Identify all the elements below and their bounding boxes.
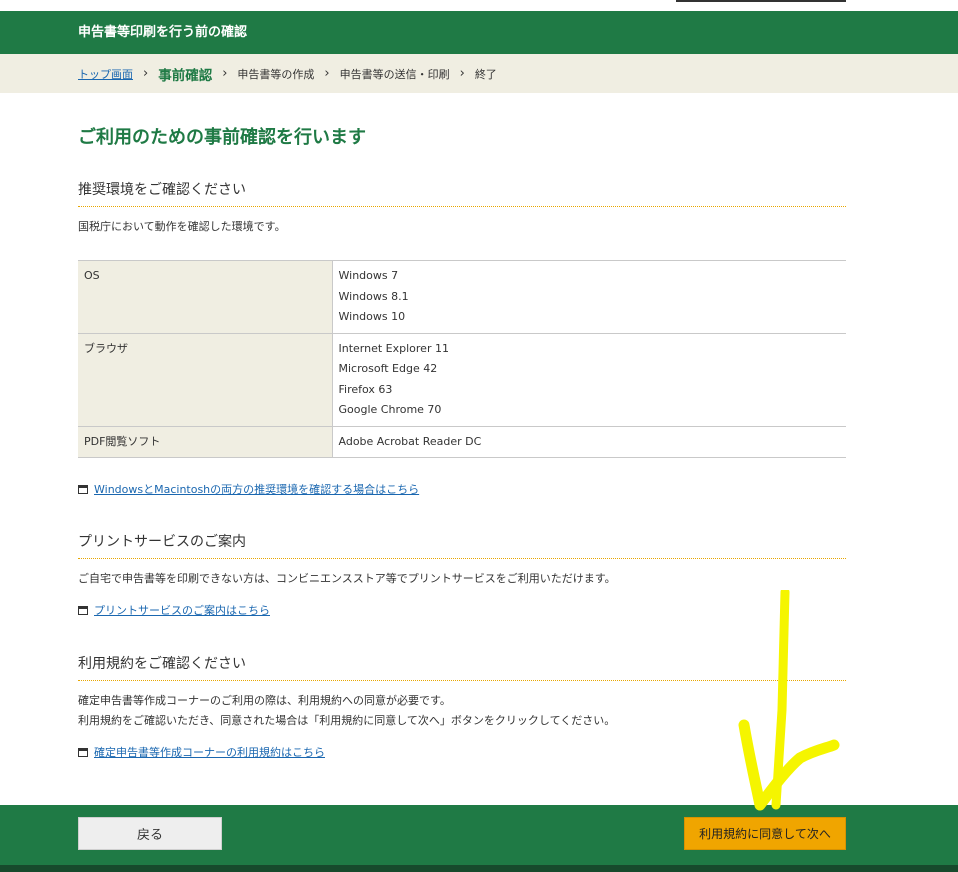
table-row: PDF閲覧ソフト Adobe Acrobat Reader DC xyxy=(78,425,846,458)
page-title: ご利用のための事前確認を行います xyxy=(78,127,366,148)
annotation-arrow-icon xyxy=(738,590,840,811)
breadcrumb-step: 申告書等の送信・印刷 xyxy=(339,67,450,81)
breadcrumb-step: 申告書等の作成 xyxy=(237,67,315,81)
print-service-heading: プリントサービスのご案内 xyxy=(78,531,846,559)
chevron-right-icon: › xyxy=(459,66,465,81)
header-bar: 申告書等印刷を行う前の確認 xyxy=(0,11,958,54)
print-service-link[interactable]: プリントサービスのご案内はこちら xyxy=(94,602,270,618)
env-row-label: ブラウザ xyxy=(84,341,128,355)
terms-link-row: 確定申告書等作成コーナーの利用規約はこちら xyxy=(78,744,325,760)
env-row-value: Google Chrome 70 xyxy=(338,403,442,416)
breadcrumb-bar: トップ画面 › 事前確認 › 申告書等の作成 › 申告書等の送信・印刷 › 終了 xyxy=(0,54,958,93)
env-description: 国税庁において動作を確認した環境です。 xyxy=(78,220,286,233)
terms-link[interactable]: 確定申告書等作成コーナーの利用規約はこちら xyxy=(94,744,325,760)
env-link-row: WindowsとMacintoshの両方の推奨環境を確認する場合はこちら xyxy=(78,481,419,497)
footer-bar: 戻る 利用規約に同意して次へ xyxy=(0,805,958,865)
agree-and-next-button[interactable]: 利用規約に同意して次へ xyxy=(684,817,846,850)
chevron-right-icon: › xyxy=(143,66,149,81)
env-heading: 推奨環境をご確認ください xyxy=(78,179,846,207)
env-row-label: PDF閲覧ソフト xyxy=(84,434,161,448)
new-window-icon xyxy=(78,747,88,757)
print-service-description: ご自宅で申告書等を印刷できない方は、コンビニエンスストア等でプリントサービスをご… xyxy=(78,572,616,585)
breadcrumb: トップ画面 › 事前確認 › 申告書等の作成 › 申告書等の送信・印刷 › 終了 xyxy=(78,54,497,93)
env-both-os-link[interactable]: WindowsとMacintoshの両方の推奨環境を確認する場合はこちら xyxy=(94,481,419,497)
env-row-label: OS xyxy=(84,269,100,282)
env-table: OS Windows 7 Windows 8.1 Windows 10 ブラウザ… xyxy=(78,260,846,458)
footer-bottom-strip xyxy=(0,865,958,872)
new-window-icon xyxy=(78,605,88,615)
terms-text-1: 確定申告書等作成コーナーのご利用の際は、利用規約への同意が必要です。 xyxy=(78,694,451,707)
breadcrumb-top-link[interactable]: トップ画面 xyxy=(78,66,133,82)
env-row-value: Windows 7 xyxy=(338,269,399,282)
env-row-value: Windows 10 xyxy=(338,310,406,323)
table-row: ブラウザ Internet Explorer 11 Microsoft Edge… xyxy=(78,332,846,427)
breadcrumb-current: 事前確認 xyxy=(158,67,213,84)
env-row-value: Adobe Acrobat Reader DC xyxy=(338,434,482,448)
env-row-value: Windows 8.1 xyxy=(338,289,409,303)
env-row-value: Internet Explorer 11 xyxy=(338,341,449,355)
header-title: 申告書等印刷を行う前の確認 xyxy=(78,25,248,40)
chevron-right-icon: › xyxy=(222,66,228,81)
env-row-value: Firefox 63 xyxy=(338,382,393,396)
env-row-value: Microsoft Edge 42 xyxy=(338,362,438,375)
chevron-right-icon: › xyxy=(324,66,330,81)
new-window-icon xyxy=(78,484,88,494)
back-button[interactable]: 戻る xyxy=(78,817,222,850)
terms-heading: 利用規約をご確認ください xyxy=(78,653,846,681)
print-service-link-row: プリントサービスのご案内はこちら xyxy=(78,602,270,618)
breadcrumb-step: 終了 xyxy=(474,67,497,81)
top-edge-line xyxy=(676,0,846,2)
table-row: OS Windows 7 Windows 8.1 Windows 10 xyxy=(78,260,846,334)
terms-text-2: 利用規約をご確認いただき、同意された場合は「利用規約に同意して次へ」ボタンをクリ… xyxy=(78,714,616,727)
